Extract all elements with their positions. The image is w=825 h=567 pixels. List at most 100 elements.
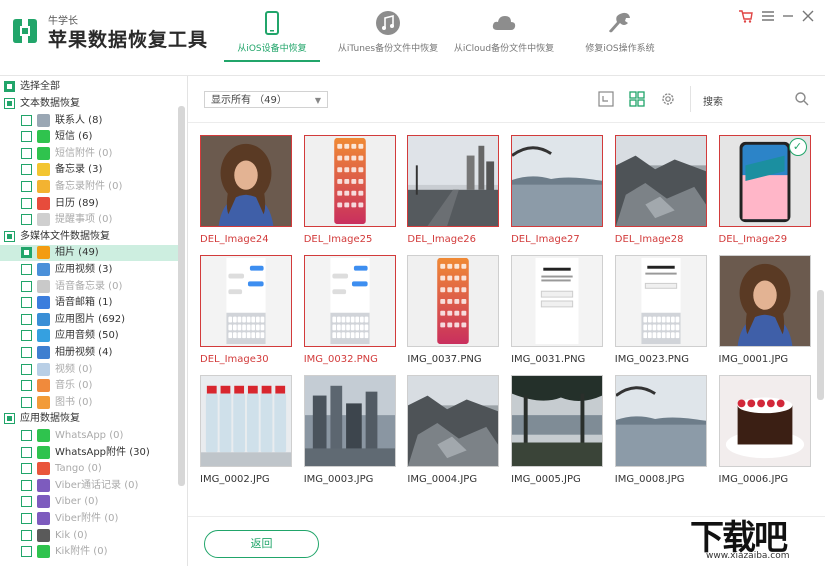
category-checkbox[interactable] — [21, 247, 32, 258]
menu-icon[interactable] — [760, 8, 776, 24]
category-checkbox[interactable] — [21, 380, 32, 391]
category-item[interactable]: 应用视频 (3) — [0, 262, 178, 278]
minimize-icon[interactable] — [780, 8, 796, 24]
category-item[interactable]: Kik (0) — [0, 528, 178, 544]
grid-scrollbar[interactable] — [817, 290, 824, 400]
photo-thumbnail[interactable] — [407, 375, 499, 467]
photo-thumbnail[interactable] — [200, 135, 292, 227]
category-item[interactable]: 短信附件 (0) — [0, 146, 178, 162]
filter-dropdown[interactable]: 显示所有 （49） ▼ — [204, 91, 328, 108]
app-category-icon[interactable] — [4, 413, 15, 424]
category-checkbox[interactable] — [21, 447, 32, 458]
search-input[interactable]: 搜索 — [703, 93, 723, 108]
category-label: 备忘录 (3) — [55, 162, 102, 178]
photo-thumbnail[interactable] — [304, 255, 396, 347]
category-item[interactable]: 图书 (0) — [0, 395, 178, 411]
category-sidebar: 选择全部文本数据恢复联系人 (8)短信 (6)短信附件 (0)备忘录 (3)备忘… — [0, 76, 188, 566]
photo-thumbnail[interactable] — [304, 135, 396, 227]
category-checkbox[interactable] — [21, 314, 32, 325]
category-checkbox[interactable] — [21, 330, 32, 341]
close-icon[interactable] — [800, 8, 816, 24]
category-checkbox[interactable] — [21, 480, 32, 491]
category-checkbox[interactable] — [21, 347, 32, 358]
category-item[interactable]: 相片 (49) — [0, 245, 178, 261]
category-item[interactable]: 提醒事项 (0) — [0, 212, 178, 228]
grid-view-icon[interactable] — [628, 90, 646, 108]
category-item[interactable]: WhatsApp (0) — [0, 428, 178, 444]
category-item[interactable]: 语音邮箱 (1) — [0, 295, 178, 311]
text-category-icon[interactable] — [4, 98, 15, 109]
select-all-checkbox[interactable] — [4, 81, 15, 92]
category-checkbox[interactable] — [21, 513, 32, 524]
category-checkbox[interactable] — [21, 430, 32, 441]
category-checkbox[interactable] — [21, 181, 32, 192]
photo-thumbnail[interactable] — [615, 255, 707, 347]
calendar-icon — [37, 197, 50, 210]
category-checkbox[interactable] — [21, 364, 32, 375]
photo-thumbnail[interactable] — [200, 375, 292, 467]
timeline-view-icon[interactable] — [597, 90, 615, 108]
sidebar-scrollbar[interactable] — [178, 106, 185, 486]
category-item[interactable]: Kik附件 (0) — [0, 544, 178, 560]
category-item[interactable]: 相册视频 (4) — [0, 345, 178, 361]
cart-icon[interactable] — [738, 8, 754, 24]
tab-repair-ios[interactable]: 修复iOS操作系统 — [560, 0, 680, 62]
search-icon[interactable] — [793, 90, 811, 108]
tab-icloud-backup[interactable]: 从iCloud备份文件中恢复 — [444, 0, 564, 62]
photo-thumbnail[interactable] — [304, 375, 396, 467]
photo-thumbnail[interactable] — [615, 375, 707, 467]
category-item[interactable]: 短信 (6) — [0, 129, 178, 145]
category-checkbox[interactable] — [21, 198, 32, 209]
category-item[interactable]: 应用音频 (50) — [0, 328, 178, 344]
photo-thumbnail[interactable] — [719, 375, 811, 467]
photo-thumbnail[interactable] — [407, 255, 499, 347]
category-item[interactable]: Viber (0) — [0, 494, 178, 510]
category-checkbox[interactable] — [21, 214, 32, 225]
category-item[interactable]: 语音备忘录 (0) — [0, 279, 178, 295]
category-checkbox[interactable] — [21, 397, 32, 408]
category-checkbox[interactable] — [21, 281, 32, 292]
category-checkbox[interactable] — [21, 115, 32, 126]
photo-thumbnail[interactable] — [511, 135, 603, 227]
media-category-icon[interactable] — [4, 231, 15, 242]
gear-icon[interactable] — [659, 90, 677, 108]
category-item[interactable]: Viber通话记录 (0) — [0, 478, 178, 494]
photo-thumbnail[interactable] — [200, 255, 292, 347]
category-item[interactable]: 音乐 (0) — [0, 378, 178, 394]
category-item[interactable]: 视频 (0) — [0, 362, 178, 378]
selected-check-icon[interactable]: ✓ — [789, 138, 807, 156]
category-group-1[interactable]: 多媒体文件数据恢复 — [0, 229, 178, 245]
category-item[interactable]: 日历 (89) — [0, 196, 178, 212]
tab-label: 从iCloud备份文件中恢复 — [444, 41, 564, 54]
category-item[interactable]: Tango (0) — [0, 461, 178, 477]
category-group-0[interactable]: 文本数据恢复 — [0, 96, 178, 112]
photo-thumbnail[interactable] — [407, 135, 499, 227]
tab-ios-device[interactable]: 从iOS设备中恢复 — [212, 0, 332, 62]
photo-thumbnail[interactable] — [511, 375, 603, 467]
category-item[interactable]: 应用图片 (692) — [0, 312, 178, 328]
category-checkbox[interactable] — [21, 463, 32, 474]
category-item[interactable]: 备忘录 (3) — [0, 162, 178, 178]
tab-itunes-backup[interactable]: 从iTunes备份文件中恢复 — [328, 0, 448, 62]
photo-filename: DEL_Image30 — [200, 354, 310, 365]
photo-thumbnail[interactable] — [719, 255, 811, 347]
category-label: WhatsApp附件 (30) — [55, 445, 150, 461]
photo-image — [720, 376, 810, 466]
category-checkbox[interactable] — [21, 131, 32, 142]
photo-thumbnail[interactable] — [511, 255, 603, 347]
back-button[interactable]: 返回 — [204, 530, 319, 558]
category-item[interactable]: 备忘录附件 (0) — [0, 179, 178, 195]
category-item[interactable]: 联系人 (8) — [0, 113, 178, 129]
select-all-row[interactable]: 选择全部 — [0, 79, 178, 95]
category-group-2[interactable]: 应用数据恢复 — [0, 411, 178, 427]
photo-thumbnail[interactable] — [615, 135, 707, 227]
category-checkbox[interactable] — [21, 297, 32, 308]
category-item[interactable]: Viber附件 (0) — [0, 511, 178, 527]
category-checkbox[interactable] — [21, 496, 32, 507]
category-checkbox[interactable] — [21, 264, 32, 275]
category-checkbox[interactable] — [21, 530, 32, 541]
category-checkbox[interactable] — [21, 148, 32, 159]
category-checkbox[interactable] — [21, 164, 32, 175]
category-item[interactable]: WhatsApp附件 (30) — [0, 445, 178, 461]
category-checkbox[interactable] — [21, 546, 32, 557]
